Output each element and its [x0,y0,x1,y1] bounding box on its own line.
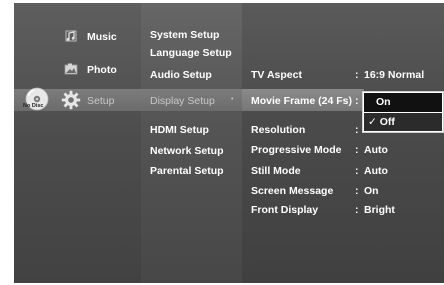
setting-value: Bright [364,204,395,216]
setting-label: Still Mode [251,165,301,177]
setting-separator: : [355,165,359,177]
setting-separator: : [355,69,359,81]
disc-status-label: No Disc [23,103,44,109]
setting-value: Auto [364,165,388,177]
main-menu-label-music: Music [87,31,117,43]
setting-separator: : [355,185,359,197]
option-popup: On ✓ Off [362,91,444,133]
setup-menu-item-language[interactable]: Language Setup [150,47,232,59]
photo-icon [64,63,78,75]
setup-menu-item-audio[interactable]: Audio Setup [150,69,212,81]
main-menu-panel [14,3,141,283]
setup-menu-panel [141,3,242,283]
setting-separator: : [355,95,359,107]
setting-label: Resolution [251,124,306,136]
setting-value: 16:9 Normal [364,69,425,81]
display-settings-panel [242,3,444,283]
setup-menu-item-parental[interactable]: Parental Setup [150,165,224,177]
setup-menu-item-hdmi[interactable]: HDMI Setup [150,124,209,136]
popup-option-off[interactable]: ✓ Off [364,113,442,131]
setting-label: Progressive Mode [251,144,342,156]
music-note-icon [65,30,77,42]
setting-label: Screen Message [251,185,334,197]
setup-menu-item-network[interactable]: Network Setup [150,145,224,157]
setting-label: TV Aspect [251,69,302,81]
setting-separator: : [355,124,359,136]
setup-menu-item-display[interactable]: Display Setup [150,95,215,107]
setting-value: On [364,185,379,197]
main-menu-label-photo: Photo [87,64,117,76]
submenu-arrow: • [231,96,234,103]
setup-menu-item-system[interactable]: System Setup [150,29,219,41]
popup-option-on[interactable]: On [364,93,442,112]
setting-label: Movie Frame (24 Fs) [251,95,352,107]
bd-player-menu-screen: Music Photo Setup No Disc System Setup L… [14,3,444,283]
setting-separator: : [355,204,359,216]
gear-icon [61,90,81,110]
setting-separator: : [355,144,359,156]
setting-label: Front Display [251,204,319,216]
setting-value: Auto [364,144,388,156]
main-menu-label-setup: Setup [87,95,115,107]
